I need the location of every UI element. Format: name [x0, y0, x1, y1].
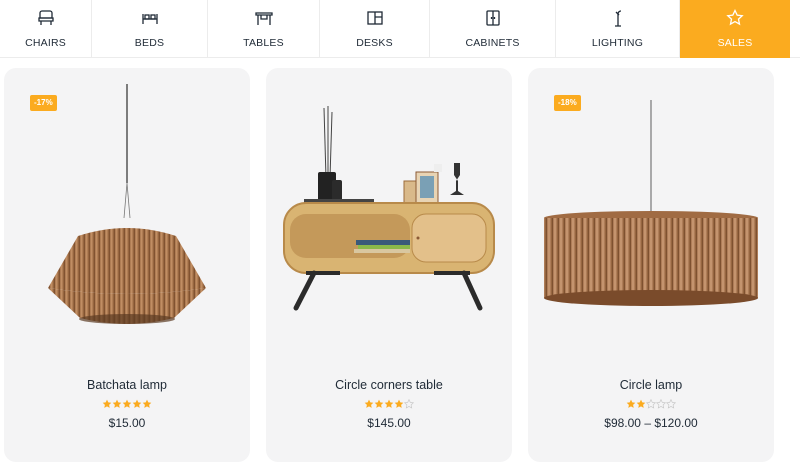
star-filled-icon	[112, 399, 122, 408]
nav-item-beds[interactable]: BEDS	[92, 0, 208, 58]
nav-item-chairs[interactable]: CHAIRS	[0, 0, 92, 58]
nav-item-label: SALES	[717, 37, 753, 49]
product-price: $15.00	[108, 416, 146, 430]
rating-stars	[266, 399, 512, 409]
nav-item-desks[interactable]: DESKS	[320, 0, 430, 58]
star-icon	[726, 8, 744, 26]
product-image-tv-table	[283, 106, 495, 311]
table-icon	[254, 12, 273, 25]
star-filled-icon	[394, 399, 404, 408]
star-empty-icon	[656, 399, 666, 409]
product-card[interactable]: Circle corners table $145.00	[266, 68, 512, 462]
star-filled-icon	[374, 399, 384, 408]
product-image-circle-lamp	[544, 100, 758, 306]
nav-item-label: CABINETS	[465, 37, 520, 49]
nav-item-label: DESKS	[356, 37, 393, 49]
product-title[interactable]: Batchata lamp	[4, 378, 250, 392]
desk-icon	[366, 11, 383, 25]
star-filled-icon	[384, 399, 394, 408]
star-empty-icon	[666, 399, 676, 409]
star-empty-icon	[404, 399, 414, 409]
star-filled-icon	[122, 399, 132, 408]
star-filled-icon	[102, 399, 112, 408]
bed-icon	[141, 14, 158, 24]
nav-item-cabinets[interactable]: CABINETS	[430, 0, 556, 58]
nav-item-label: BEDS	[134, 37, 165, 49]
product-card[interactable]: -17% Batchata lamp $15.00	[4, 68, 250, 462]
chair-icon	[37, 10, 54, 25]
nav-item-label: CHAIRS	[25, 37, 66, 49]
product-price: $145.00	[367, 416, 411, 430]
cabinet-icon	[485, 10, 500, 26]
star-filled-icon	[364, 399, 374, 408]
rating-stars	[4, 399, 250, 409]
star-filled-icon	[142, 399, 152, 408]
product-image-pendant-lamp	[48, 84, 206, 324]
discount-badge: -18%	[554, 95, 581, 111]
product-title[interactable]: Circle lamp	[528, 378, 774, 392]
star-filled-icon	[626, 399, 636, 408]
product-price: $98.00 – $120.00	[604, 416, 698, 430]
product-title[interactable]: Circle corners table	[266, 378, 512, 392]
nav-item-tables[interactable]: TABLES	[208, 0, 320, 58]
star-filled-icon	[132, 399, 142, 408]
nav-item-lighting[interactable]: LIGHTING	[556, 0, 680, 58]
star-filled-icon	[636, 399, 646, 408]
nav-item-sales[interactable]: SALES	[680, 0, 790, 58]
nav-item-label: TABLES	[243, 37, 284, 49]
rating-stars	[528, 399, 774, 409]
product-card[interactable]: -18% Circle lamp $98.00 – $120.00	[528, 68, 774, 462]
category-nav: CHAIRS BEDS TABLES DESKS CABINETS LIGHTI…	[0, 0, 800, 58]
discount-badge: -17%	[30, 95, 57, 111]
lamp-icon	[614, 10, 621, 27]
nav-item-label: LIGHTING	[591, 37, 644, 49]
star-empty-icon	[646, 399, 656, 409]
